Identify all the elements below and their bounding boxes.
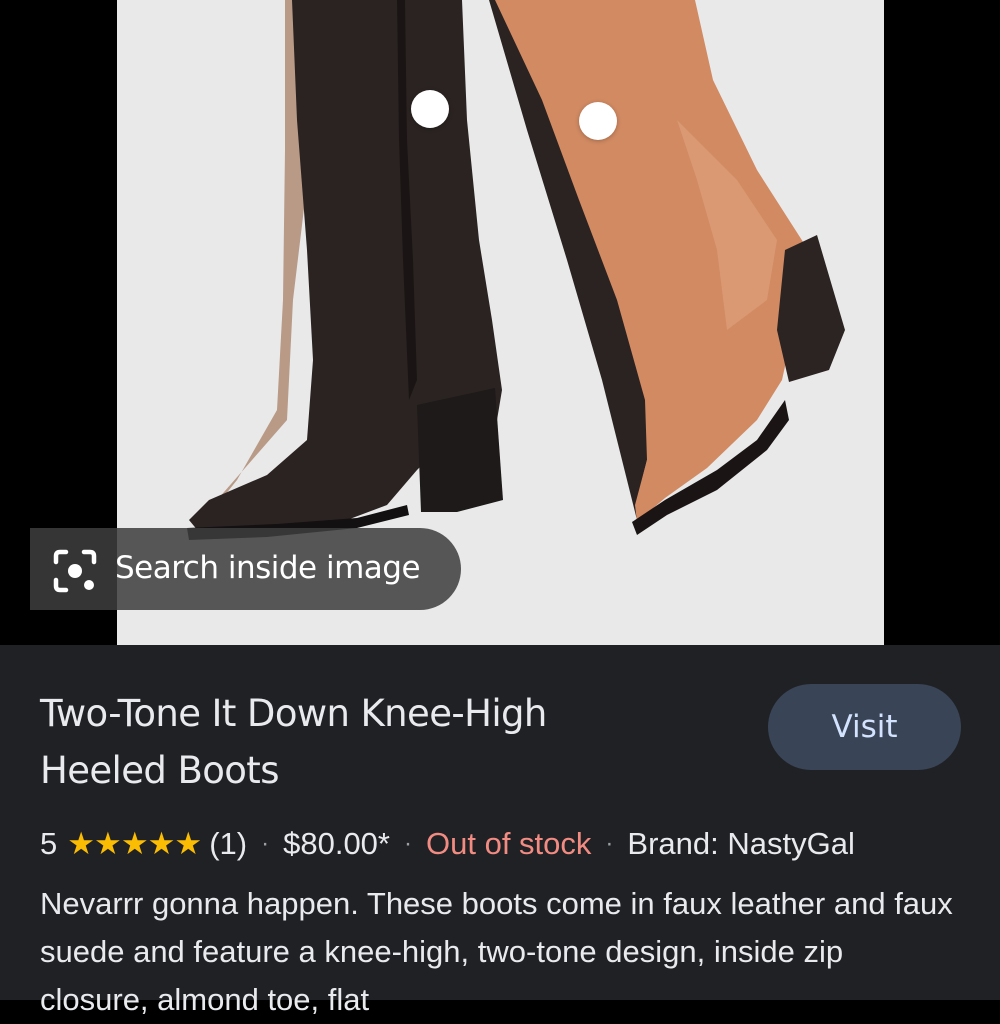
product-title-line-1: Two-Tone It Down Knee-High: [40, 692, 547, 735]
image-viewer: Search inside image: [0, 0, 1000, 645]
separator-dot: ·: [261, 830, 270, 857]
product-title[interactable]: Two-Tone It Down Knee-High Heeled Boots: [40, 685, 720, 799]
lens-icon: [53, 549, 97, 593]
rating-stars: ★★★★★: [67, 826, 202, 861]
visit-button[interactable]: Visit: [768, 684, 961, 770]
brand: Brand: NastyGal: [627, 826, 855, 861]
price: $80.00*: [283, 826, 390, 861]
search-inside-image-button[interactable]: Search inside image: [30, 528, 461, 610]
product-meta-row: 5 ★★★★★ (1) · $80.00* · Out of stock · B…: [40, 823, 855, 865]
product-info-panel: Two-Tone It Down Knee-High Heeled Boots …: [0, 645, 1000, 1017]
review-count[interactable]: (1): [209, 826, 247, 862]
stock-status: Out of stock: [426, 826, 592, 861]
separator-dot: ·: [404, 830, 412, 857]
hotspot-left-boot[interactable]: [411, 90, 449, 128]
rating-value: 5: [40, 826, 58, 861]
separator-dot: ·: [605, 830, 614, 857]
search-inside-image-label: Search inside image: [115, 550, 421, 586]
product-title-line-2: Heeled Boots: [40, 749, 279, 792]
hotspot-right-boot[interactable]: [579, 102, 617, 140]
product-description: Nevarrr gonna happen. These boots come i…: [40, 886, 953, 1017]
